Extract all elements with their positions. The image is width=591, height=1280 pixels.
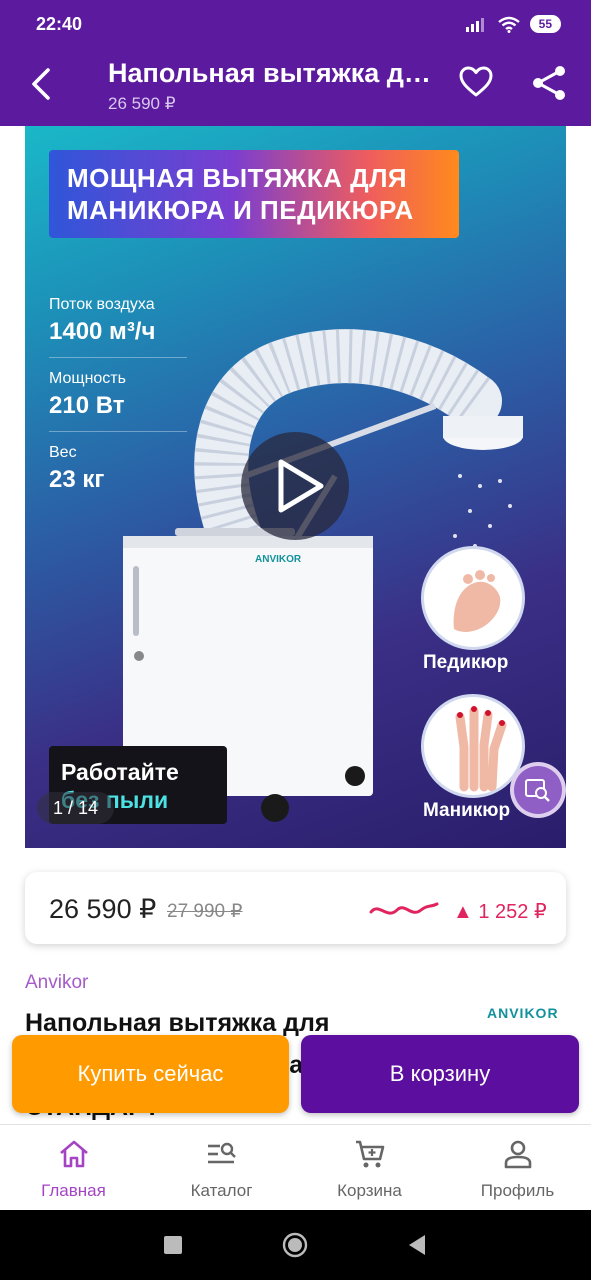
tab-profile[interactable]: Профиль <box>444 1125 591 1211</box>
tab-label: Профиль <box>480 1181 555 1200</box>
status-icons: 55 <box>465 15 561 33</box>
pedicure-image <box>421 546 525 650</box>
price-change: ▲ 1 252 ₽ <box>453 901 547 923</box>
brand-logo[interactable]: ANVIKOR <box>487 1005 559 1021</box>
price-trend-icon <box>369 902 439 915</box>
product-image-gallery[interactable]: МОЩНАЯ ВЫТЯЖКА ДЛЯ МАНИКЮРА И ПЕДИКЮРА П… <box>25 126 566 848</box>
cart-icon <box>356 1140 385 1168</box>
bottom-tab-bar: Главная Каталог Корзина Профиль <box>0 1124 591 1210</box>
play-video-button[interactable] <box>241 432 349 540</box>
signal-icon <box>465 18 484 32</box>
home-icon <box>60 1140 88 1168</box>
tab-label: Главная <box>41 1181 106 1200</box>
brand-link[interactable]: Anvikor <box>25 972 88 994</box>
tab-label: Каталог <box>190 1181 253 1200</box>
profile-icon <box>504 1140 532 1169</box>
add-to-cart-button[interactable]: В корзину <box>301 1035 579 1113</box>
image-banner-text: МОЩНАЯ ВЫТЯЖКА ДЛЯ МАНИКЮРА И ПЕДИКЮРА <box>49 150 459 238</box>
wifi-icon <box>497 16 520 33</box>
manicure-label: Маникюр <box>423 800 511 821</box>
play-icon <box>278 459 324 513</box>
status-bar: 22:40 55 <box>0 0 591 42</box>
header-price: 26 590 ₽ <box>108 94 176 113</box>
app-bar: Напольная вытяжка для маникюра и педикюр… <box>0 42 591 126</box>
cabinet-brand-label: ANVIKOR <box>255 554 302 565</box>
current-price: 26 590 ₽ <box>49 894 157 924</box>
tab-label: Корзина <box>337 1181 402 1200</box>
image-counter: 1 / 14 <box>37 792 115 824</box>
pedicure-label: Педикюр <box>423 652 509 673</box>
promo-line-1: Работайте <box>61 759 179 785</box>
battery-indicator: 55 <box>529 15 561 33</box>
old-price: 27 990 ₽ <box>167 901 243 922</box>
catalog-search-icon <box>208 1142 236 1164</box>
tab-catalog[interactable]: Каталог <box>148 1125 295 1211</box>
manicure-image <box>421 694 525 798</box>
system-navigation-bar <box>0 1210 591 1280</box>
price-card: 26 590 ₽ 27 990 ₽ ▲ 1 252 ₽ <box>25 872 566 944</box>
tab-home[interactable]: Главная <box>0 1125 147 1211</box>
status-time: 22:40 <box>36 14 83 34</box>
back-arrow-icon[interactable] <box>28 66 56 102</box>
page-title: Напольная вытяжка для маникюра и педикюр… <box>108 58 438 88</box>
image-search-icon <box>525 779 550 802</box>
visual-search-button[interactable] <box>510 762 566 818</box>
recent-apps-icon[interactable] <box>164 1236 182 1254</box>
heart-icon[interactable] <box>458 64 494 100</box>
home-button-icon[interactable] <box>282 1232 308 1258</box>
share-icon[interactable] <box>530 64 568 102</box>
back-button-icon[interactable] <box>408 1234 426 1256</box>
tab-cart[interactable]: Корзина <box>296 1125 443 1211</box>
buy-now-button[interactable]: Купить сейчас <box>12 1035 289 1113</box>
